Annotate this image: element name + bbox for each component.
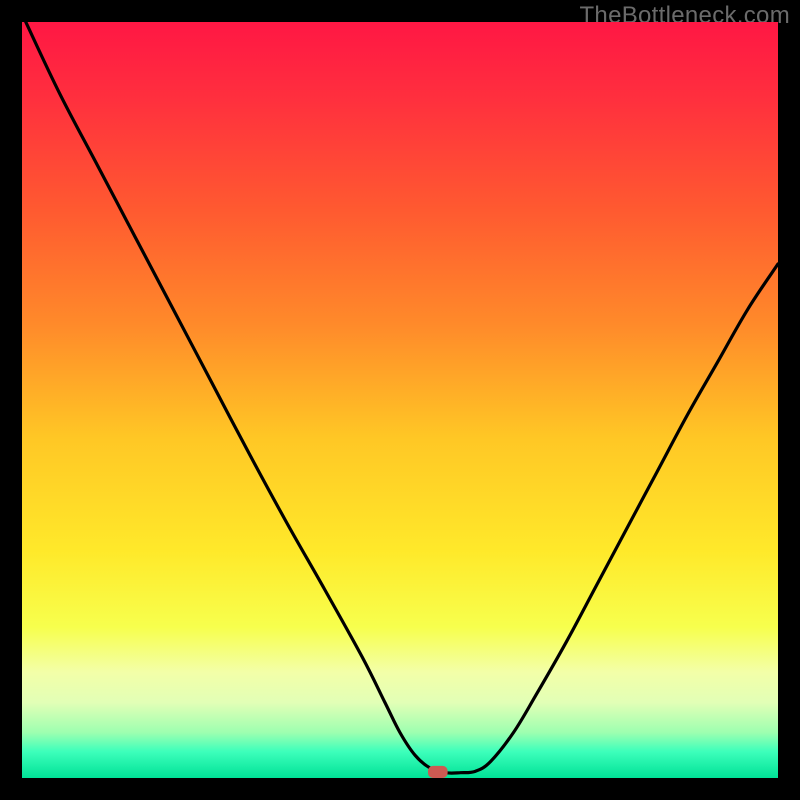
minimum-marker (428, 766, 448, 778)
chart-frame: TheBottleneck.com (0, 0, 800, 800)
gradient-background (22, 22, 778, 778)
bottleneck-chart (22, 22, 778, 778)
plot-area (22, 22, 778, 778)
